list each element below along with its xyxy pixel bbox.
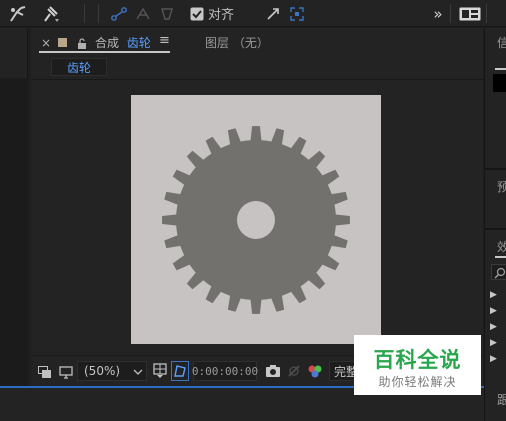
tracker-panel-tab[interactable]: 跟 [497, 391, 506, 408]
toolbar-separator [450, 4, 451, 23]
right-panels: 信 预 效 ▶ ▶ ▶ ▶ ▶ 跟 [484, 28, 506, 421]
gear-layer[interactable] [131, 95, 381, 344]
composition-breadcrumb[interactable]: 齿轮 [51, 58, 107, 76]
effects-category-arrow-icon[interactable]: ▶ [490, 322, 497, 332]
info-panel-swatch [493, 74, 506, 92]
composition-prefix: 合成 [95, 36, 120, 50]
watermark-logo: 百科全说 助你轻松解决 [354, 335, 481, 395]
workspace-icon[interactable] [458, 4, 482, 23]
layer-viewer-tab[interactable]: 图层 （无） [205, 34, 269, 51]
effects-category-arrow-icon[interactable]: ▶ [490, 306, 497, 316]
magnification-dropdown[interactable]: (50%) [77, 361, 147, 381]
effects-panel-underline [495, 256, 506, 258]
overlap-tool-icon[interactable] [156, 4, 178, 23]
gear-shape [162, 126, 350, 314]
snap-checkbox[interactable]: 对齐 [190, 4, 234, 23]
preview-panel-tab[interactable]: 预 [497, 178, 506, 195]
effects-category-arrow-icon[interactable]: ▶ [490, 338, 497, 348]
show-snapshot-icon[interactable] [287, 363, 301, 382]
panel-divider [485, 228, 506, 230]
tools-toolbar: 对齐 » [0, 0, 506, 27]
panel-divider [485, 168, 506, 170]
bone-tool-icon[interactable] [108, 4, 130, 23]
show-channel-icon[interactable] [307, 363, 323, 382]
tab-underline [39, 51, 170, 53]
current-time-field[interactable]: 0:00:00:00 [192, 361, 258, 381]
composition-viewer[interactable] [31, 80, 483, 355]
search-icon [494, 267, 506, 279]
panel-tab-row: × 合成 齿轮 ≡ 图层 （无） [31, 28, 483, 54]
monitor-icon[interactable] [59, 364, 73, 383]
pin-tool-icon[interactable] [38, 4, 64, 23]
effects-search-field[interactable] [491, 264, 506, 280]
watermark-title: 百科全说 [373, 348, 462, 372]
composition-name: 齿轮 [126, 36, 151, 50]
always-preview-icon[interactable] [38, 364, 52, 383]
project-panel-body [0, 78, 28, 386]
magnification-value: (50%) [84, 364, 121, 378]
project-panel-edge [0, 28, 28, 386]
watermark-subtitle: 助你轻松解决 [378, 375, 457, 389]
toolbar-separator [98, 4, 99, 23]
toggle-transparency-grid-icon[interactable] [153, 363, 167, 382]
mask-visibility-icon[interactable] [171, 361, 189, 381]
toolbar-separator [486, 4, 487, 23]
snapshot-camera-icon[interactable] [265, 363, 281, 382]
composition-color-swatch [58, 38, 67, 47]
checkbox-checked-icon [190, 7, 204, 20]
close-tab-icon[interactable]: × [41, 36, 51, 50]
puppet-tool-icon[interactable] [6, 4, 30, 23]
toolbar-separator [84, 4, 85, 23]
composition-panel: × 合成 齿轮 ≡ 图层 （无） 齿轮 (50%) 0:00:00:00 完整 [31, 28, 483, 386]
chevron-down-icon [133, 369, 143, 375]
effects-category-arrow-icon[interactable]: ▶ [490, 354, 497, 364]
composition-canvas[interactable] [131, 95, 381, 344]
composition-tab[interactable]: 合成 齿轮 [95, 34, 151, 51]
snap-label: 对齐 [208, 8, 235, 23]
info-panel-underline [495, 68, 506, 70]
panel-menu-icon[interactable]: ≡ [159, 33, 170, 48]
effects-category-arrow-icon[interactable]: ▶ [490, 290, 497, 300]
effects-panel-tab[interactable]: 效 [497, 238, 506, 255]
snap-target-icon[interactable] [288, 4, 306, 23]
more-tools-button[interactable]: » [430, 4, 446, 23]
starch-tool-icon[interactable] [132, 4, 154, 23]
info-panel-tab[interactable]: 信 [497, 34, 506, 51]
expand-snap-icon[interactable] [264, 4, 282, 23]
